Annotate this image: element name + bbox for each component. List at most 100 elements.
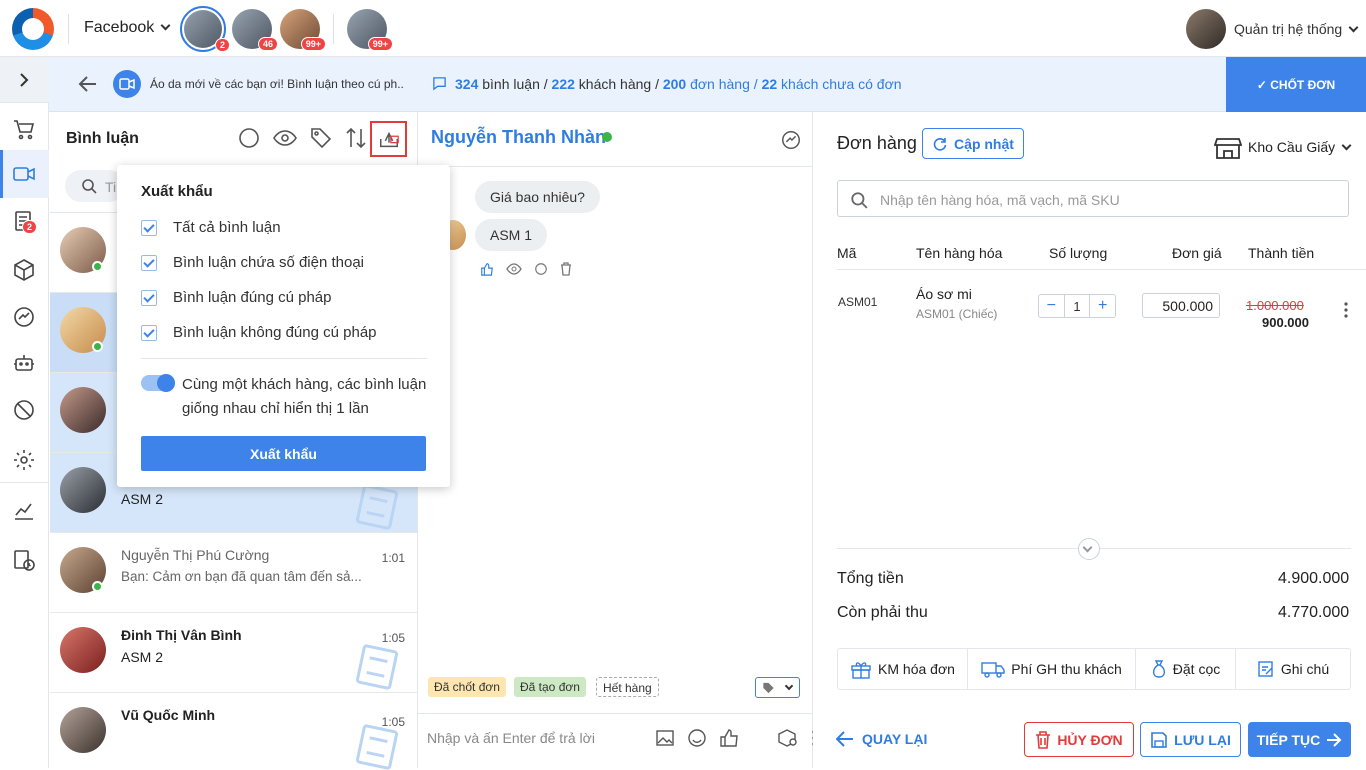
export-submit-button[interactable]: Xuất khẩu (141, 436, 426, 471)
app-logo[interactable] (12, 8, 54, 50)
post-title[interactable]: Áo da mới về các bạn ơi! Bình luận theo … (150, 77, 405, 91)
continue-button[interactable]: TIẾP TỤC (1248, 722, 1351, 757)
chevron-down-icon (1348, 22, 1359, 33)
quantity-value[interactable]: 1 (1063, 295, 1090, 317)
like-icon[interactable] (480, 262, 494, 276)
remaining-label: Còn phải thu (837, 604, 928, 621)
product-search-input[interactable]: Nhập tên hàng hóa, mã vạch, mã SKU (837, 180, 1349, 217)
expand-button[interactable] (1078, 538, 1100, 560)
nav-livestream[interactable] (9, 159, 39, 189)
product-search-icon[interactable] (777, 728, 799, 748)
warehouse-label: Kho Cầu Giấy (1248, 139, 1336, 155)
nav-bot[interactable] (9, 348, 39, 378)
divider (837, 269, 1366, 270)
checkbox-valid-syntax[interactable] (141, 290, 157, 306)
nav-reports[interactable] (9, 496, 39, 526)
update-label: Cập nhật (954, 135, 1014, 152)
avatar[interactable] (1186, 9, 1226, 49)
divider (418, 713, 813, 714)
shipping-fee-label: Phí GH thu khách (1011, 661, 1122, 677)
chat-bubble-icon (239, 128, 259, 148)
page-badge: 2 (214, 38, 230, 52)
reply-tools (655, 728, 817, 748)
comment-time: 1:05 (381, 715, 405, 729)
comment-filter-button[interactable] (237, 126, 261, 150)
page-avatar-3[interactable]: 99+ (280, 9, 326, 51)
list-item[interactable]: Vũ Quốc Minh 1:05 (50, 693, 417, 770)
note-icon (1258, 661, 1273, 677)
page-avatar-1[interactable]: 2 (180, 6, 230, 52)
export-popup: Xuất khẩu Tất cả bình luận Bình luận chứ… (117, 165, 450, 487)
total-label: Tổng tiền (837, 570, 904, 587)
checkbox-invalid-syntax[interactable] (141, 325, 157, 341)
checkbox-phone-comments[interactable] (141, 255, 157, 271)
dedupe-toggle[interactable] (141, 374, 175, 392)
col-header-total: Thành tiền (1248, 245, 1315, 261)
export-icon (380, 131, 399, 148)
reply-input[interactable]: Nhập và ấn Enter để trả lời (427, 730, 595, 746)
tag-closed-order[interactable]: Đã chốt đơn (428, 677, 506, 697)
search-placeholder: Nhập tên hàng hóa, mã vạch, mã SKU (880, 192, 1120, 208)
image-icon[interactable] (655, 728, 675, 748)
save-button[interactable]: LƯU LẠI (1140, 722, 1241, 757)
nav-cart[interactable] (9, 114, 39, 144)
deposit-button[interactable]: Đặt cọc (1136, 649, 1236, 689)
col-header-price: Đơn giá (1172, 245, 1222, 261)
nav-products[interactable] (9, 255, 39, 285)
close-order-button[interactable]: ✓ CHỐT ĐƠN (1226, 57, 1366, 112)
warehouse-selector[interactable]: Kho Cầu Giấy (1248, 139, 1352, 155)
note-button[interactable]: Ghi chú (1236, 649, 1350, 689)
tag-selector[interactable] (755, 677, 800, 698)
update-button[interactable]: Cập nhật (922, 128, 1024, 159)
export-button[interactable] (370, 121, 407, 157)
checkbox-all-comments[interactable] (141, 220, 157, 236)
hidden-filter-button[interactable] (273, 126, 297, 150)
comments-search-input[interactable]: Ti (65, 170, 125, 202)
nav-posts[interactable]: 2 (9, 206, 39, 236)
chevron-down-icon (1341, 140, 1352, 151)
chat-message: ASM 1 (475, 219, 548, 251)
page-avatar-4[interactable]: 99+ (347, 9, 393, 51)
chat-customer-name[interactable]: Nguyễn Thanh Nhàn (431, 127, 606, 148)
more-icon[interactable] (1343, 301, 1349, 319)
emoji-icon[interactable] (687, 728, 707, 748)
like-icon[interactable] (719, 728, 739, 748)
list-item[interactable]: Nguyễn Thị Phú Cường Bạn: Cảm ơn bạn đã … (50, 533, 417, 613)
shipping-fee-button[interactable]: Phí GH thu khách (968, 649, 1136, 689)
sort-button[interactable] (344, 126, 368, 150)
video-icon (13, 167, 35, 181)
discount-button[interactable]: KM hóa đơn (838, 649, 968, 689)
comment-text: ASM 2 (121, 491, 164, 507)
unit-price-input[interactable]: 500.000 (1142, 293, 1220, 318)
nav-blocked[interactable] (9, 395, 39, 425)
messenger-icon[interactable] (534, 262, 548, 276)
video-icon (113, 70, 141, 98)
nav-history[interactable] (9, 545, 39, 575)
tag-out-of-stock[interactable]: Hết hàng (596, 677, 659, 697)
tag-created-order[interactable]: Đã tạo đơn (514, 677, 586, 697)
admin-name: Quản trị hệ thống (1234, 21, 1343, 37)
avatar (60, 387, 106, 433)
increase-button[interactable]: + (1089, 295, 1115, 317)
back-button[interactable]: QUAY LẠI (836, 731, 927, 747)
comments-label: bình luận / (482, 76, 548, 92)
hide-icon[interactable] (506, 262, 522, 276)
chevron-down-icon (1082, 542, 1093, 553)
divider (68, 14, 69, 44)
comment-time: 1:01 (381, 551, 405, 565)
account-menu[interactable]: Quản trị hệ thống (1234, 21, 1359, 37)
platform-selector[interactable]: Facebook (84, 19, 171, 37)
back-arrow-icon[interactable] (76, 72, 100, 96)
messenger-icon[interactable] (780, 129, 802, 151)
divider (333, 14, 334, 44)
tag-filter-button[interactable] (309, 126, 333, 150)
list-item[interactable]: Đinh Thị Vân Bình ASM 2 1:05 (50, 613, 417, 693)
trash-icon[interactable] (560, 262, 572, 276)
cancel-order-button[interactable]: HỦY ĐƠN (1024, 722, 1134, 757)
page-avatar-2[interactable]: 46 (232, 9, 278, 51)
nav-settings[interactable] (9, 445, 39, 475)
platform-label: Facebook (84, 19, 155, 36)
expand-nav-button[interactable] (0, 57, 49, 103)
decrease-button[interactable]: − (1039, 295, 1064, 317)
nav-messenger[interactable] (9, 302, 39, 332)
